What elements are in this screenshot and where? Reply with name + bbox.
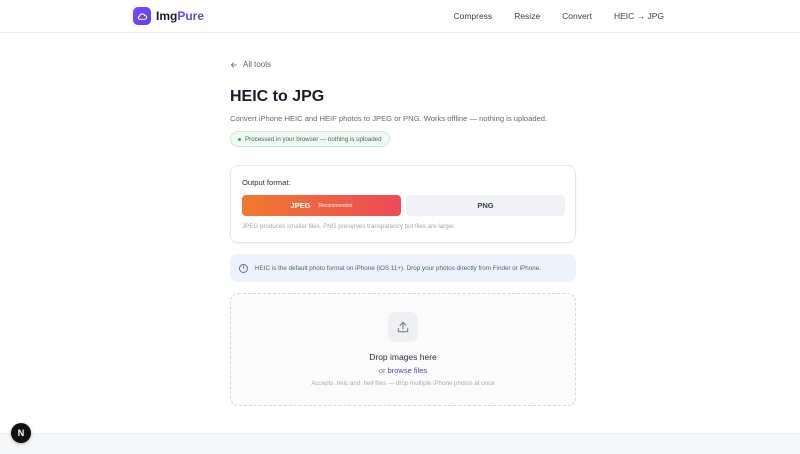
- nav-convert[interactable]: Convert: [562, 11, 592, 21]
- all-tools-link[interactable]: All tools: [230, 60, 271, 69]
- format-note: JPEG produces smaller files. PNG preserv…: [242, 223, 456, 230]
- status-dot-icon: [238, 137, 241, 141]
- dropzone[interactable]: Drop images here or browse files Accepts…: [230, 293, 576, 406]
- privacy-badge: Processed in your browser — nothing is u…: [230, 131, 390, 147]
- drop-title: Drop images here: [369, 352, 437, 362]
- info-text: HEIC is the default photo format on iPho…: [255, 264, 542, 272]
- nav-resize[interactable]: Resize: [514, 11, 540, 21]
- drop-or-text: or: [378, 366, 386, 375]
- page-subtitle: Convert iPhone HEIC and HEIF photos to J…: [230, 114, 548, 123]
- upload-icon: [388, 312, 418, 342]
- drop-note: Accepts .heic and .heif files — drop mul…: [311, 380, 495, 387]
- cloud-icon: [133, 7, 151, 25]
- nav-compress[interactable]: Compress: [453, 11, 492, 21]
- all-tools-label: All tools: [243, 60, 272, 69]
- info-banner: i HEIC is the default photo format on iP…: [230, 254, 576, 282]
- output-format-label: Output format:: [242, 178, 291, 187]
- top-navbar: ImgPure Compress Resize Convert HEIC → J…: [0, 0, 800, 33]
- format-jpeg-button[interactable]: JPEG Recommended: [242, 195, 401, 216]
- privacy-badge-text: Processed in your browser — nothing is u…: [245, 135, 382, 143]
- output-format-card: Output format: JPEG Recommended PNG JPEG…: [230, 165, 576, 243]
- format-png-label: PNG: [477, 201, 494, 210]
- page-title: HEIC to JPG: [230, 88, 325, 105]
- recommended-tag: Recommended: [318, 202, 353, 209]
- drop-subtitle: or browse files: [231, 366, 575, 375]
- info-icon: i: [239, 263, 248, 273]
- brand-logo-link[interactable]: ImgPure: [133, 7, 204, 25]
- nav-heic-to-jpg[interactable]: HEIC → JPG: [614, 11, 664, 21]
- main-nav: Compress Resize Convert HEIC → JPG: [431, 11, 664, 21]
- format-jpeg-label: JPEG: [290, 201, 311, 210]
- footer-band: [0, 433, 800, 454]
- browse-files-link[interactable]: browse files: [388, 366, 428, 375]
- format-png-button[interactable]: PNG: [406, 195, 565, 216]
- arrow-left-icon: [230, 61, 238, 68]
- dev-tools-badge[interactable]: N: [11, 423, 31, 443]
- brand-name: ImgPure: [156, 9, 205, 23]
